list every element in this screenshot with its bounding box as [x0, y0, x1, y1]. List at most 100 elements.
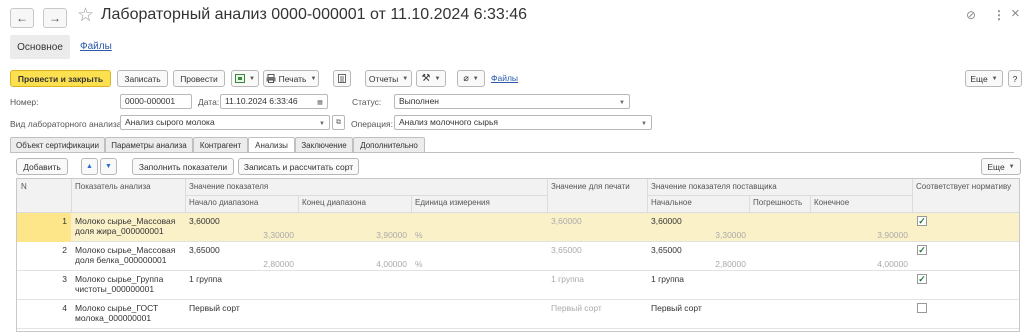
col-error[interactable]: Погрешность: [749, 195, 810, 212]
tools-button[interactable]: ⚒ ▼: [416, 70, 446, 87]
col-unit[interactable]: Единица измерения: [411, 195, 547, 212]
header-vline: [912, 179, 913, 212]
col-initial[interactable]: Начальное: [647, 195, 749, 212]
supplier-final-value: 3,90000: [877, 230, 908, 240]
tab-analysis-params[interactable]: Параметры анализа: [105, 137, 193, 152]
analyses-table[interactable]: N Показатель анализа Значение показателя…: [16, 178, 1020, 332]
table-more-button[interactable]: Еще ▼: [981, 158, 1021, 175]
back-arrow-icon: ←: [16, 11, 28, 25]
table-row[interactable]: 2 Молоко сырье_Массовая доля белка_00000…: [17, 242, 1019, 271]
table-row[interactable]: 1 Молоко сырье_Массовая доля жира_000000…: [17, 213, 1019, 242]
print-button[interactable]: Печать ▼: [263, 70, 319, 87]
move-up-icon[interactable]: ▲: [81, 158, 98, 175]
back-button[interactable]: ←: [10, 8, 34, 28]
col-final[interactable]: Конечное: [810, 195, 912, 212]
compliant-checkbox[interactable]: ✓: [917, 274, 927, 284]
tab-counterparty[interactable]: Контрагент: [193, 137, 248, 152]
more-actions-icon[interactable]: ⋮: [993, 8, 1005, 22]
tabs-divider: [10, 152, 1014, 153]
print-value: 3,60000: [551, 216, 582, 226]
col-value-group: Значение показателя: [185, 179, 547, 195]
status-label: Статус:: [352, 97, 382, 107]
col-n[interactable]: N: [17, 179, 71, 212]
files-link[interactable]: Файлы: [491, 73, 518, 83]
print-value: 3,65000: [551, 245, 582, 255]
indicator-value: 3,60000: [189, 216, 220, 226]
open-analysis-type-icon[interactable]: ⧉: [332, 115, 345, 130]
operation-field[interactable]: Анализ молочного сырья ▼: [394, 115, 652, 130]
supplier-initial-value: 3,65000: [651, 245, 682, 255]
save-and-calc-grade-button[interactable]: Записать и рассчитать сорт: [238, 158, 359, 175]
supplier-error-value: 2,80000: [715, 259, 746, 269]
tab-conclusion[interactable]: Заключение: [295, 137, 353, 152]
create-based-on-button[interactable]: ▼: [231, 70, 259, 87]
operation-label: Операция:: [351, 119, 393, 129]
tab-certification-object[interactable]: Объект сертификации: [10, 137, 105, 152]
analysis-type-dropdown-icon[interactable]: ▼: [316, 117, 328, 129]
status-field[interactable]: Выполнен ▼: [394, 94, 630, 109]
indicator-value: 3,65000: [189, 245, 220, 255]
close-icon[interactable]: ×: [1011, 5, 1020, 22]
fill-indicators-button[interactable]: Заполнить показатели: [132, 158, 234, 175]
post-and-close-button[interactable]: Провести и закрыть: [10, 70, 111, 87]
indicator-line1: Молоко сырье_Массовая: [75, 245, 176, 255]
wrench-icon: ⚒: [421, 73, 431, 84]
post-button[interactable]: Провести: [173, 70, 225, 87]
calendar-icon[interactable]: ▦: [314, 96, 326, 108]
print-label: Печать: [278, 73, 307, 84]
compliant-checkbox[interactable]: ✓: [917, 216, 927, 226]
col-range-start[interactable]: Начало диапазона: [185, 195, 298, 212]
attach-button[interactable]: ⌀ ▼: [457, 70, 485, 87]
supplier-initial-value: Первый сорт: [651, 303, 702, 313]
paperclip-icon: ⌀: [463, 73, 469, 83]
tab-files[interactable]: Файлы: [80, 41, 112, 52]
tab-additional[interactable]: Дополнительно: [353, 137, 425, 152]
forward-button[interactable]: →: [43, 8, 67, 28]
indicator-value: Первый сорт: [189, 303, 240, 313]
indicator-line1: Молоко сырье_ГОСТ: [75, 303, 159, 313]
tab-main[interactable]: Основное: [10, 35, 70, 59]
table-row[interactable]: 4 Молоко сырье_ГОСТ молока_000000001 Пер…: [17, 300, 1019, 329]
header-vline: [298, 195, 299, 212]
operation-dropdown-icon[interactable]: ▼: [638, 117, 650, 129]
col-compliant[interactable]: Соответствует нормативу: [912, 179, 1019, 212]
table-row[interactable]: 3 Молоко сырье_Группа чистоты_000000001 …: [17, 271, 1019, 300]
forward-arrow-icon: →: [49, 11, 61, 25]
favorite-star-icon[interactable]: ☆: [77, 4, 94, 27]
link-icon[interactable]: ⊘: [966, 8, 976, 22]
save-button[interactable]: Записать: [117, 70, 168, 87]
print-value: Первый сорт: [551, 303, 602, 313]
analysis-type-label: Вид лабораторного анализа:: [10, 119, 124, 129]
supplier-error-value: 3,30000: [715, 230, 746, 240]
status-value: Выполнен: [399, 96, 439, 106]
add-row-button[interactable]: Добавить: [16, 158, 68, 175]
tab-analyses[interactable]: Анализы: [248, 137, 295, 153]
col-print-value[interactable]: Значение для печати: [547, 179, 647, 212]
table-more-label: Еще: [987, 161, 1005, 172]
print-value: 1 группа: [551, 274, 585, 284]
compliant-checkbox[interactable]: ✓: [917, 245, 927, 255]
supplier-group-divider: [647, 195, 912, 196]
compliant-checkbox[interactable]: [917, 303, 927, 313]
value-group-divider: [185, 195, 547, 196]
indicator-line1: Молоко сырье_Массовая: [75, 216, 176, 226]
more-button[interactable]: Еще ▼: [965, 70, 1003, 87]
document-structure-button[interactable]: [333, 70, 351, 87]
indicator-line1: Молоко сырье_Группа: [75, 274, 164, 284]
move-down-icon[interactable]: ▼: [100, 158, 117, 175]
date-field[interactable]: 11.10.2024 6:33:46 ▦: [220, 94, 328, 109]
status-dropdown-icon[interactable]: ▼: [616, 96, 628, 108]
reports-button[interactable]: Отчеты ▼: [365, 70, 412, 87]
printer-icon: [266, 74, 276, 83]
col-range-end[interactable]: Конец диапазона: [298, 195, 411, 212]
analysis-type-value: Анализ сырого молока: [125, 117, 215, 127]
range-start-value: 2,80000: [263, 259, 294, 269]
analysis-type-field[interactable]: Анализ сырого молока ▼: [120, 115, 330, 130]
help-button[interactable]: ?: [1008, 70, 1022, 87]
indicator-line2: молока_000000001: [75, 313, 152, 323]
document-icon: [338, 74, 346, 83]
reports-label: Отчеты: [368, 73, 399, 84]
number-field[interactable]: 0000-000001: [120, 94, 192, 109]
col-indicator[interactable]: Показатель анализа: [71, 179, 185, 212]
header-vline: [647, 179, 648, 212]
